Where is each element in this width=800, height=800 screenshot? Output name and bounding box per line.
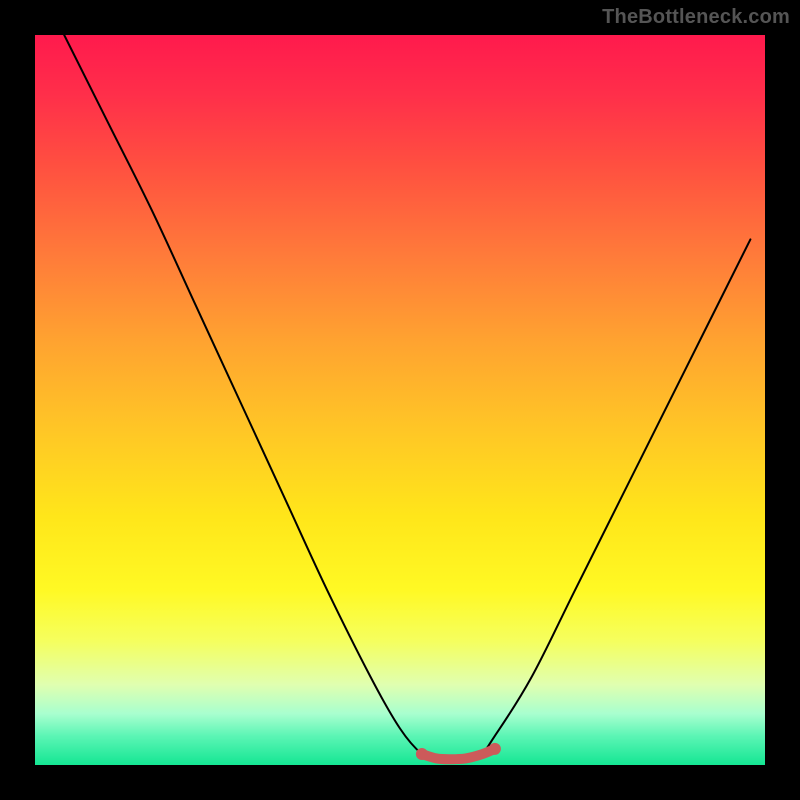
watermark-text: TheBottleneck.com xyxy=(602,6,790,29)
flat-zone-right-dot xyxy=(489,743,501,755)
bottleneck-curve xyxy=(64,35,750,760)
chart-container: TheBottleneck.com xyxy=(0,0,800,800)
flat-zone-highlight xyxy=(422,749,495,759)
curve-svg xyxy=(35,35,765,765)
flat-zone-left-dot xyxy=(416,748,428,760)
plot-area xyxy=(35,35,765,765)
